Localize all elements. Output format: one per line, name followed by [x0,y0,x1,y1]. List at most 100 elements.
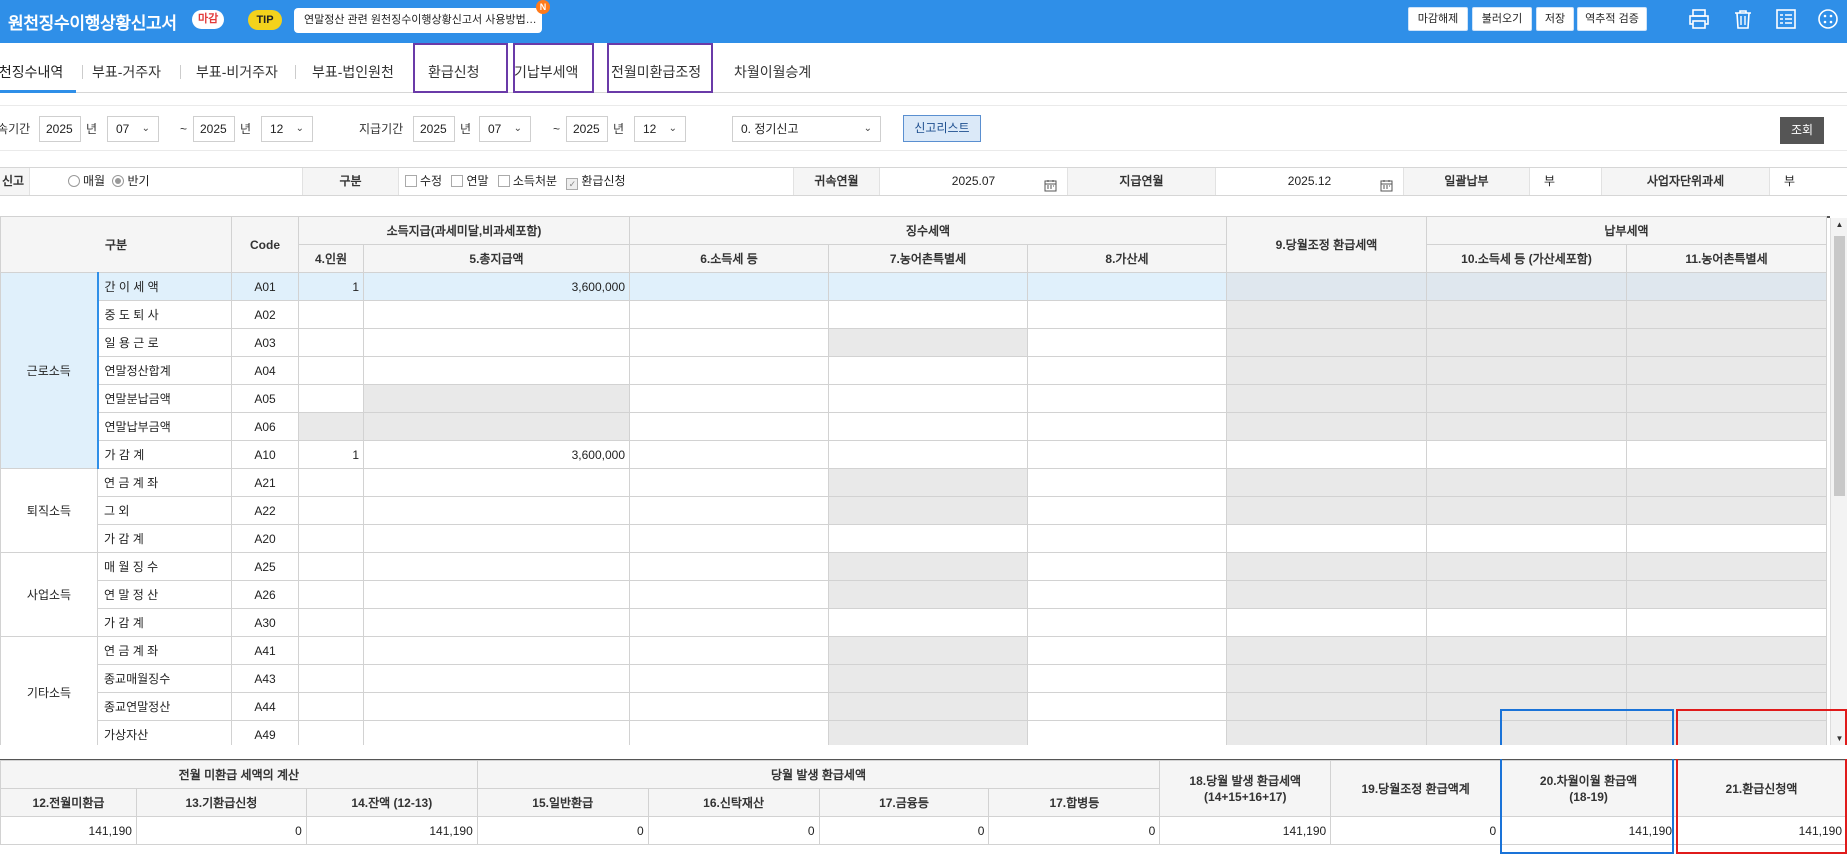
tab-nonresident[interactable]: 부표-비거주자 [196,43,278,93]
cell-people[interactable] [298,552,364,581]
checklist-icon[interactable] [1773,8,1799,34]
table-row[interactable]: 가 감 계 A10 1 3,600,000 [1,440,1827,469]
cell-people[interactable] [298,468,364,497]
cell-pay-income-tax[interactable] [1426,664,1627,693]
cell-rural-tax[interactable] [828,468,1028,497]
cell-adjust[interactable] [1226,272,1427,301]
pay-to-month-select[interactable]: 12 ⌄ [634,116,686,142]
cell-total-paid[interactable] [363,384,630,413]
checkbox-yearend[interactable] [451,175,464,187]
cell-pay-income-tax[interactable] [1426,300,1627,329]
cell-rural-tax[interactable] [828,552,1028,581]
cell-rural-tax[interactable] [828,636,1028,665]
val-17b[interactable]: 0 [988,816,1161,845]
cell-pay-income-tax[interactable] [1426,384,1627,413]
checkbox-modify[interactable] [405,175,417,187]
cell-people[interactable]: 1 [298,272,364,301]
table-row[interactable]: 가 감 계 A20 [1,524,1827,553]
calendar-icon[interactable] [1044,175,1057,202]
checkbox-disposal[interactable] [497,175,510,187]
cell-penalty[interactable] [1027,272,1227,301]
pay-from-year-input[interactable]: 2025 [413,116,455,142]
cell-total-paid[interactable] [363,552,630,581]
attr-from-year-input[interactable]: 2025 [39,116,81,142]
cell-adjust[interactable] [1226,356,1427,385]
cell-pay-income-tax[interactable] [1426,412,1627,441]
cell-total-paid[interactable] [363,580,630,609]
val-14[interactable]: 141,190 [305,816,478,845]
cell-people[interactable] [298,412,364,441]
cell-adjust[interactable] [1226,580,1427,609]
cell-pay-income-tax[interactable] [1426,328,1627,357]
cell-penalty[interactable] [1027,300,1227,329]
cell-pay-rural-tax[interactable] [1626,412,1827,441]
cell-adjust[interactable] [1226,692,1427,721]
val-12[interactable]: 141,190 [0,816,137,845]
cell-total-paid[interactable] [363,468,630,497]
cell-people[interactable] [298,580,364,609]
cell-income-tax[interactable] [629,692,829,721]
cell-total-paid[interactable] [363,692,630,721]
cell-penalty[interactable] [1027,440,1227,469]
calendar-icon[interactable] [1380,175,1393,202]
cell-penalty[interactable] [1027,580,1227,609]
cell-total-paid[interactable] [363,328,630,357]
cell-total-paid[interactable] [363,664,630,693]
cell-penalty[interactable] [1027,636,1227,665]
cell-adjust[interactable] [1226,552,1427,581]
cell-penalty[interactable] [1027,552,1227,581]
cell-penalty[interactable] [1027,356,1227,385]
cell-people[interactable] [298,524,364,553]
cell-income-tax[interactable] [629,524,829,553]
cell-income-tax[interactable] [629,356,829,385]
cell-pay-rural-tax[interactable] [1626,552,1827,581]
table-row[interactable]: 연말납부금액 A06 [1,412,1827,441]
cell-total-paid[interactable] [363,636,630,665]
val-15[interactable]: 0 [476,816,649,845]
cell-total-paid[interactable] [363,300,630,329]
cell-adjust[interactable] [1226,664,1427,693]
cell-pay-income-tax[interactable] [1426,496,1627,525]
cell-rural-tax[interactable] [828,692,1028,721]
cell-rural-tax[interactable] [828,664,1028,693]
cell-penalty[interactable] [1027,692,1227,721]
val-13[interactable]: 0 [135,816,307,845]
cell-adjust[interactable] [1226,608,1427,637]
pay-from-month-select[interactable]: 07 ⌄ [479,116,531,142]
cell-rural-tax[interactable] [828,272,1028,301]
cell-adjust[interactable] [1226,496,1427,525]
table-row[interactable]: 일 용 근 로 A03 [1,328,1827,357]
cell-rural-tax[interactable] [828,384,1028,413]
cell-income-tax[interactable] [629,580,829,609]
table-row[interactable]: 기타소득 연 금 계 좌 A41 [0,636,1827,749]
cell-pay-rural-tax[interactable] [1626,664,1827,693]
val-16[interactable]: 0 [647,816,820,845]
cell-income-tax[interactable] [629,412,829,441]
delete-icon[interactable] [1730,8,1756,34]
cell-income-tax[interactable] [629,664,829,693]
cell-adjust[interactable] [1226,636,1427,665]
attr-from-month-select[interactable]: 07 ⌄ [107,116,159,142]
cell-pay-rural-tax[interactable] [1626,328,1827,357]
print-icon[interactable] [1686,8,1712,34]
cell-pay-rural-tax[interactable] [1626,300,1827,329]
table-row[interactable]: 연 말 정 산 A26 [1,580,1827,609]
cell-total-paid[interactable] [363,496,630,525]
cell-income-tax[interactable] [629,272,829,301]
cell-income-tax[interactable] [629,496,829,525]
tab-resident[interactable]: 부표-거주자 [92,43,161,93]
radio-half-year[interactable] [112,175,125,187]
search-button[interactable]: 조회 [1780,117,1824,144]
cell-total-paid[interactable] [363,412,630,441]
cell-penalty[interactable] [1027,496,1227,525]
vertical-scrollbar[interactable]: ▲ ▼ [1830,218,1847,745]
cell-rural-tax[interactable] [828,412,1028,441]
cell-pay-income-tax[interactable] [1426,468,1627,497]
radio-monthly[interactable] [68,175,80,187]
cell-pay-rural-tax[interactable] [1626,636,1827,665]
cell-income-tax[interactable] [629,300,829,329]
cell-penalty[interactable] [1027,328,1227,357]
cell-people[interactable] [298,664,364,693]
table-row[interactable]: 사업소득 매 월 징 수 A25 [0,552,1827,637]
cell-adjust[interactable] [1226,440,1427,469]
